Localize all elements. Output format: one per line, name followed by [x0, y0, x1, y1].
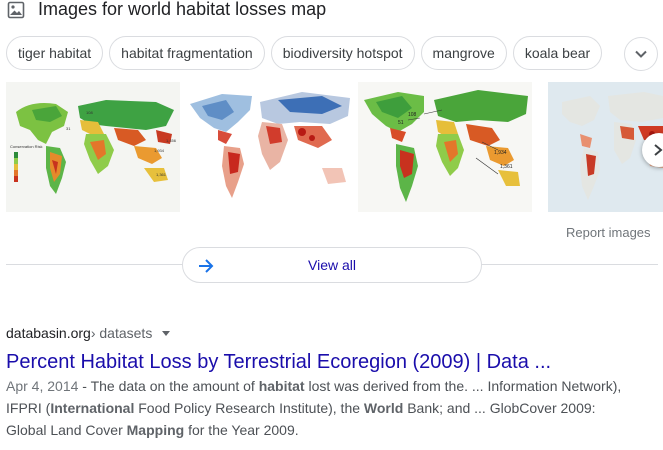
snippet-text-1: - The data on the amount of	[78, 378, 259, 394]
snippet-highlight-2: International	[50, 400, 135, 416]
image-thumbnail-strip: Conservation Risk 31 108 1,934 1,456 1,3…	[6, 82, 663, 212]
image-icon	[6, 0, 26, 20]
image-thumbnail-2[interactable]	[182, 82, 356, 212]
related-search-chips: tiger habitat habitat fragmentation biod…	[6, 36, 603, 70]
snippet-highlight-3: World	[363, 400, 404, 416]
result-domain: databasin.org	[6, 325, 91, 341]
chevron-right-icon	[654, 144, 663, 156]
result-snippet: Apr 4, 2014 - The data on the amount of …	[6, 375, 626, 441]
image-results-title[interactable]: Images for world habitat losses map	[38, 0, 326, 20]
thumb1-label-b: 108	[86, 110, 93, 115]
more-options-icon[interactable]	[162, 330, 171, 336]
chip-habitat-fragmentation[interactable]: habitat fragmentation	[109, 36, 265, 70]
thumb1-label-c: 1,934	[154, 148, 165, 153]
image-thumbnail-1[interactable]: Conservation Risk 31 108 1,934 1,456 1,3…	[6, 82, 180, 212]
search-result: databasin.org › datasets Percent Habitat…	[6, 322, 626, 441]
chip-koala-bear[interactable]: koala bear	[512, 36, 603, 70]
view-all-button[interactable]: View all	[182, 247, 482, 283]
thumb3-label-b: 51	[398, 120, 404, 126]
result-path: › datasets	[90, 325, 153, 341]
chip-mangrove[interactable]: mangrove	[420, 36, 507, 70]
chevron-down-icon	[635, 50, 647, 58]
image-results-header: Images for world habitat losses map	[6, 0, 326, 20]
report-images-link[interactable]: Report images	[566, 225, 651, 240]
result-title-link[interactable]: Percent Habitat Loss by Terrestrial Ecor…	[6, 349, 626, 375]
snippet-text-3: Food Policy Research Institute), the	[134, 400, 364, 416]
thumb1-label-d: 1,456	[166, 138, 177, 143]
snippet-text-5: for the Year 2009.	[184, 422, 299, 438]
chip-biodiversity-hotspot[interactable]: biodiversity hotspot	[270, 36, 415, 70]
view-all-label: View all	[308, 257, 356, 273]
snippet-highlight-1: habitat	[258, 378, 305, 394]
thumb3-label-a: 108	[408, 112, 417, 118]
arrow-right-icon	[199, 259, 214, 273]
thumb1-label-e: 1,361	[156, 172, 167, 177]
thumb3-label-c: 1,934	[494, 150, 507, 156]
more-chips-button[interactable]	[624, 37, 658, 71]
thumb3-label-d: 1,361	[500, 164, 513, 170]
thumb1-legend-title: Conservation Risk	[10, 144, 42, 149]
image-thumbnail-3[interactable]: 108 51 1,934 1,361	[358, 82, 532, 212]
thumb1-label-a: 31	[66, 126, 71, 131]
chip-tiger-habitat[interactable]: tiger habitat	[6, 36, 104, 70]
result-date: Apr 4, 2014	[6, 378, 79, 394]
result-breadcrumb: databasin.org › datasets	[6, 322, 626, 344]
snippet-highlight-4: Mapping	[126, 422, 185, 438]
